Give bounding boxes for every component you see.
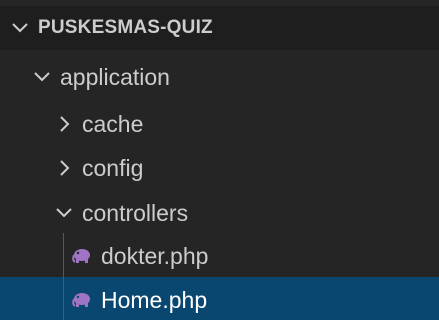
- chevron-down-icon[interactable]: [10, 18, 30, 38]
- file-explorer: PUSKESMAS-QUIZ application cache config …: [0, 0, 439, 320]
- tree-item-label: application: [60, 63, 170, 90]
- tree-item-config[interactable]: config: [0, 145, 439, 191]
- php-elephant-icon: [72, 248, 92, 264]
- php-elephant-icon: [72, 292, 92, 308]
- tree-item-controllers[interactable]: controllers: [0, 190, 439, 236]
- chevron-right-icon[interactable]: [54, 158, 74, 178]
- tree-item-label: controllers: [82, 199, 189, 226]
- chevron-down-icon[interactable]: [54, 203, 74, 223]
- tree-item-label: Home.php: [101, 286, 208, 313]
- explorer-section-header[interactable]: PUSKESMAS-QUIZ: [0, 6, 439, 50]
- tree-item-cache[interactable]: cache: [0, 101, 439, 147]
- tree-item-label: config: [82, 154, 144, 181]
- chevron-right-icon[interactable]: [54, 114, 74, 134]
- tree-item-dokter-php[interactable]: dokter.php: [0, 233, 439, 279]
- tree-item-home-php[interactable]: Home.php: [0, 277, 439, 320]
- tree-item-label: cache: [82, 110, 144, 137]
- indent-guide: [63, 233, 64, 320]
- chevron-down-icon[interactable]: [32, 67, 52, 87]
- tree-item-label: dokter.php: [101, 242, 209, 269]
- project-name: PUSKESMAS-QUIZ: [38, 17, 213, 38]
- tree-item-application[interactable]: application: [0, 54, 439, 100]
